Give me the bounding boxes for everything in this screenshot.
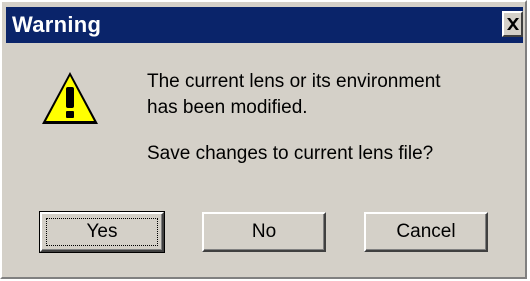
no-button[interactable]: No	[202, 212, 326, 252]
title-bar: Warning	[6, 7, 523, 43]
message-line-1: The current lens or its environment	[147, 71, 441, 92]
warning-dialog: Warning The current lens or its environm…	[0, 0, 527, 279]
message-line-2: has been modified.	[147, 97, 308, 118]
close-button[interactable]	[502, 11, 523, 37]
close-x-icon	[507, 18, 519, 30]
yes-button[interactable]: Yes	[39, 211, 165, 253]
warning-exclamation-icon	[42, 72, 98, 124]
window-title: Warning	[12, 12, 102, 37]
message-question: Save changes to current lens file?	[147, 143, 434, 164]
cancel-button[interactable]: Cancel	[364, 212, 488, 252]
